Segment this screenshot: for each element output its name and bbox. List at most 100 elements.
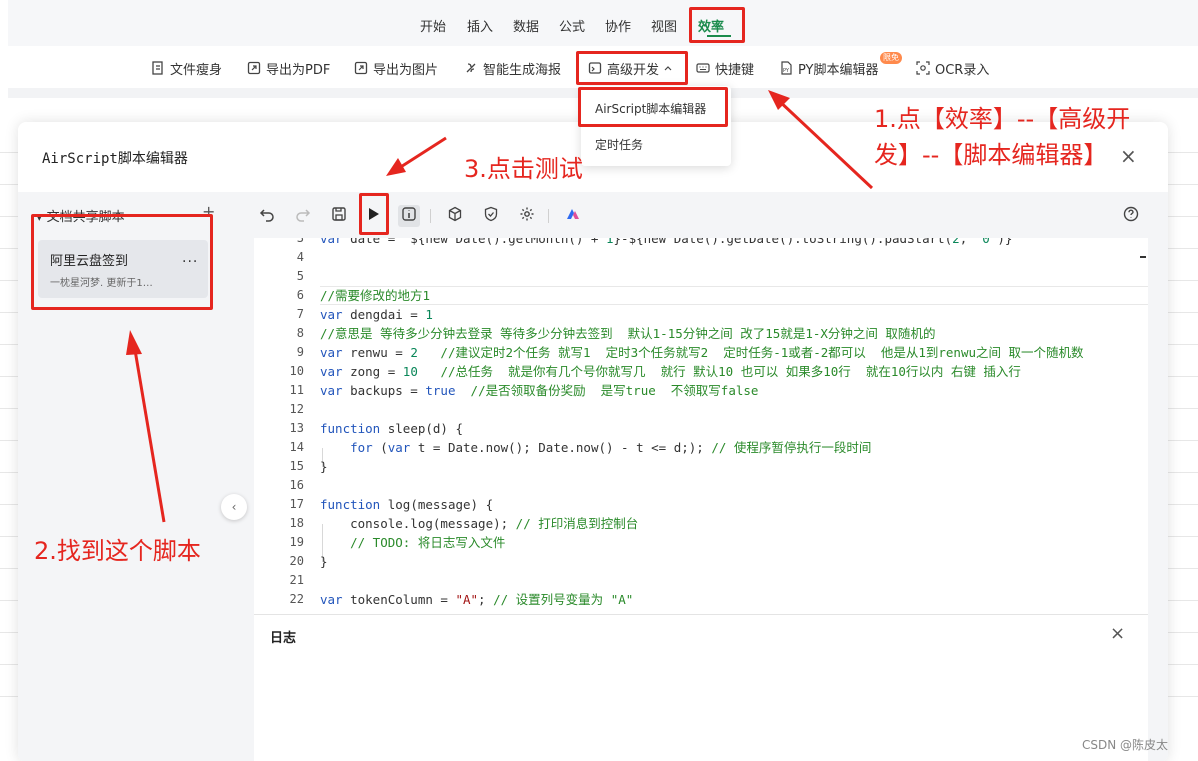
py-script-editor-button[interactable]: PY PY脚本编辑器: [779, 59, 879, 78]
svg-text:PY: PY: [783, 68, 790, 74]
save-button[interactable]: [328, 205, 350, 227]
keyboard-icon: [696, 61, 710, 75]
highlight-box-efficiency-tab: [689, 7, 745, 43]
redo-button[interactable]: [292, 205, 314, 227]
redo-icon: [295, 206, 311, 226]
generate-poster-button[interactable]: 智能生成海报: [464, 59, 561, 78]
tab-start[interactable]: 开始: [420, 16, 446, 35]
code-line: 20}: [254, 552, 1148, 571]
tab-insert[interactable]: 插入: [467, 16, 493, 35]
ribbon-menubar: 开始 插入 数据 公式 协作 视图 效率: [8, 0, 1198, 46]
info-button[interactable]: [398, 205, 420, 227]
code-editor[interactable]: 3 var date = `${new Date().getMonth() + 1…: [254, 238, 1148, 614]
code-text: //意思是 等待多少分钟去登录 等待多少分钟去签到 默认1-15分钟之间 改了1…: [320, 326, 936, 341]
line-number: 16: [289, 478, 304, 492]
log-close-button[interactable]: ×: [1110, 623, 1125, 644]
code-text: var zong = 10 //总任务 就是你有几个号你就写几 就行 默认10 …: [320, 364, 1021, 379]
collapse-sidebar-button[interactable]: ‹: [221, 494, 247, 520]
code-text: var backups = true //是否领取备份奖励 是写true 不领取…: [320, 383, 759, 398]
annotation-step2: 2.找到这个脚本: [34, 537, 201, 565]
code-line: 8 //意思是 等待多少分钟去登录 等待多少分钟去签到 默认1-15分钟之间 改了…: [254, 324, 1148, 343]
ai-assistant-button[interactable]: [562, 205, 584, 227]
line-number: 13: [289, 421, 304, 435]
tab-collaborate[interactable]: 协作: [605, 16, 631, 35]
line-number: 22: [289, 592, 304, 606]
annotation-step3: 3.点击测试: [464, 155, 583, 183]
export-pdf-button[interactable]: 导出为PDF: [247, 59, 331, 78]
scan-icon: [916, 61, 930, 75]
code-text: function sleep(d) {: [320, 421, 464, 436]
export-pdf-label: 导出为PDF: [266, 62, 331, 78]
info-icon: [401, 206, 417, 226]
code-line: 15}: [254, 457, 1148, 476]
line-number: 8: [296, 326, 304, 340]
highlight-box-script-item: [31, 214, 213, 310]
tab-view[interactable]: 视图: [651, 16, 677, 35]
export-pdf-icon: [247, 61, 261, 75]
tab-data[interactable]: 数据: [513, 16, 539, 35]
py-script-editor-label: PY脚本编辑器: [798, 62, 879, 78]
code-text: //需要修改的地方1: [320, 288, 431, 303]
dialog-title: AirScript脚本编辑器: [42, 151, 188, 167]
line-number: 12: [289, 402, 304, 416]
code-line: 5: [254, 267, 1148, 286]
code-line: 11 var backups = true //是否领取备份奖励 是写true 不…: [254, 381, 1148, 400]
code-text: var tokenColumn = "A"; // 设置列号变量为 "A": [320, 592, 634, 607]
line-number: 4: [296, 250, 304, 264]
ocr-input-button[interactable]: OCR录入: [916, 59, 989, 78]
log-panel: 日志 ×: [254, 614, 1148, 761]
code-text: console.log(message); // 打印消息到控制台: [320, 516, 639, 531]
line-number: 20: [289, 554, 304, 568]
file-slim-icon: [151, 61, 165, 75]
poster-icon: [464, 61, 478, 75]
code-text: for (var t = Date.now(); Date.now() - t …: [350, 440, 872, 455]
shield-icon: [483, 206, 499, 226]
code-line: 16: [254, 476, 1148, 495]
toolbar-separator-2: [548, 209, 549, 223]
code-line: 6 //需要修改的地方1: [254, 286, 1148, 305]
editor-panel: 3 var date = `${new Date().getMonth() + 1…: [234, 192, 1168, 761]
line-number: 21: [289, 573, 304, 587]
package-button[interactable]: [444, 205, 466, 227]
shortcut-keys-button[interactable]: 快捷键: [696, 59, 755, 78]
export-image-button[interactable]: 导出为图片: [354, 59, 439, 78]
code-line: 10 var zong = 10 //总任务 就是你有几个号你就写几 就行 默认1…: [254, 362, 1148, 381]
line-number: 5: [296, 269, 304, 283]
code-line: 12: [254, 400, 1148, 419]
help-button[interactable]: [1120, 205, 1142, 227]
highlight-box-advanced-dev: [576, 51, 688, 85]
dialog-close-button[interactable]: ×: [1120, 144, 1137, 168]
line-number: 10: [289, 364, 304, 378]
undo-button[interactable]: [256, 205, 278, 227]
annotation-step1-line2: 发】--【脚本编辑器】: [874, 141, 1108, 169]
code-text: }: [320, 459, 328, 474]
file-slim-button[interactable]: 文件瘦身: [151, 59, 223, 78]
line-number: 14: [289, 440, 304, 454]
highlight-box-run-button: [359, 193, 389, 235]
free-badge: 限免: [880, 52, 902, 64]
line-number: 11: [289, 383, 304, 397]
export-image-icon: [354, 61, 368, 75]
settings-button[interactable]: [516, 205, 538, 227]
code-text: var renwu = 2 //建议定时2个任务 就写1 定时3个任务就写2 定…: [320, 345, 1084, 360]
highlight-box-airscript-editor: [578, 87, 728, 127]
toolbar-separator: [430, 209, 431, 223]
cube-icon: [447, 206, 463, 226]
line-number: 17: [289, 497, 304, 511]
log-title: 日志: [270, 631, 297, 646]
sheet-left-edge: [0, 122, 18, 761]
scheduled-task-menu-item[interactable]: 定时任务: [595, 136, 643, 153]
file-slim-label: 文件瘦身: [170, 62, 223, 78]
security-button[interactable]: [480, 205, 502, 227]
help-icon: [1123, 206, 1139, 226]
sheet-right-edge: [1168, 122, 1198, 761]
export-image-label: 导出为图片: [373, 62, 439, 78]
shortcut-keys-label: 快捷键: [715, 62, 755, 78]
annotation-step1-line1: 1.点【效率】--【高级开: [874, 105, 1131, 133]
code-line: 22 var tokenColumn = "A"; // 设置列号变量为 "A": [254, 590, 1148, 609]
code-line: 13 function sleep(d) {: [254, 419, 1148, 438]
code-text: }: [320, 554, 328, 569]
code-line: 9 var renwu = 2 //建议定时2个任务 就写1 定时3个任务就写2 …: [254, 343, 1148, 362]
line-number: 7: [296, 307, 304, 321]
tab-formula[interactable]: 公式: [559, 16, 585, 35]
